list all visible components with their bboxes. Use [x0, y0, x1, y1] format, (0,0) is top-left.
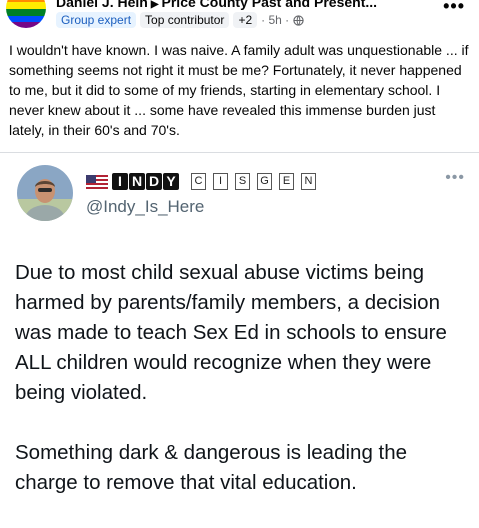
name-box-letter: I [213, 173, 228, 190]
name-box-letter: E [279, 173, 294, 190]
badge-group-expert[interactable]: Group expert [56, 12, 137, 28]
arrow-right-icon: ▶ [150, 0, 159, 10]
author-name[interactable]: Daniel J. Hein [56, 0, 148, 10]
rainbow-flag-icon [6, 0, 46, 28]
post-body: I wouldn't have known. I was naive. A fa… [9, 42, 469, 138]
us-flag-icon [86, 174, 108, 189]
post-text: I wouldn't have known. I was naive. A fa… [9, 40, 471, 140]
badge-top-contributor[interactable]: Top contributor [140, 12, 230, 28]
tweet-body: Due to most child sexual abuse victims b… [15, 258, 470, 528]
tweet-avatar[interactable] [17, 165, 73, 221]
post-meta: Group expert Top contributor +2 · 5h · [56, 12, 304, 28]
name-letter: D [146, 173, 162, 190]
name-letter: I [112, 173, 128, 190]
tweet-paragraph-2: Something dark & dangerous is leading th… [15, 441, 408, 494]
name-box-letters: C I S G E N [191, 173, 316, 190]
post-more-icon[interactable]: ••• [443, 0, 465, 17]
tweet-paragraph-1: Due to most child sexual abuse victims b… [15, 261, 447, 404]
badge-more[interactable]: +2 [233, 12, 258, 28]
tweet-display-name[interactable]: I N D Y C I S G E N [86, 173, 316, 190]
name-letter: N [129, 173, 145, 190]
author-line: Daniel J. Hein ▶ Price County Past and Pre… [56, 0, 377, 10]
tweet-card[interactable]: I N D Y C I S G E N @Indy_Is_Here ••• Du… [0, 152, 479, 510]
globe-icon [293, 14, 304, 26]
group-avatar[interactable] [6, 0, 46, 28]
profile-photo-icon [17, 165, 73, 221]
tweet-handle[interactable]: @Indy_Is_Here [86, 197, 204, 217]
name-box-letter: G [257, 173, 272, 190]
group-name[interactable]: Price County Past and Present... [162, 0, 378, 10]
name-box-letter: N [301, 173, 316, 190]
name-letter: Y [163, 173, 179, 190]
name-box-letter: S [235, 173, 250, 190]
post-time[interactable]: · 5h · [261, 13, 289, 27]
name-box-letter: C [191, 173, 206, 190]
post-header: Daniel J. Hein ▶ Price County Past and Pre… [0, 0, 479, 36]
name-block-letters: I N D Y [112, 173, 179, 190]
tweet-more-icon[interactable]: ••• [445, 169, 465, 187]
